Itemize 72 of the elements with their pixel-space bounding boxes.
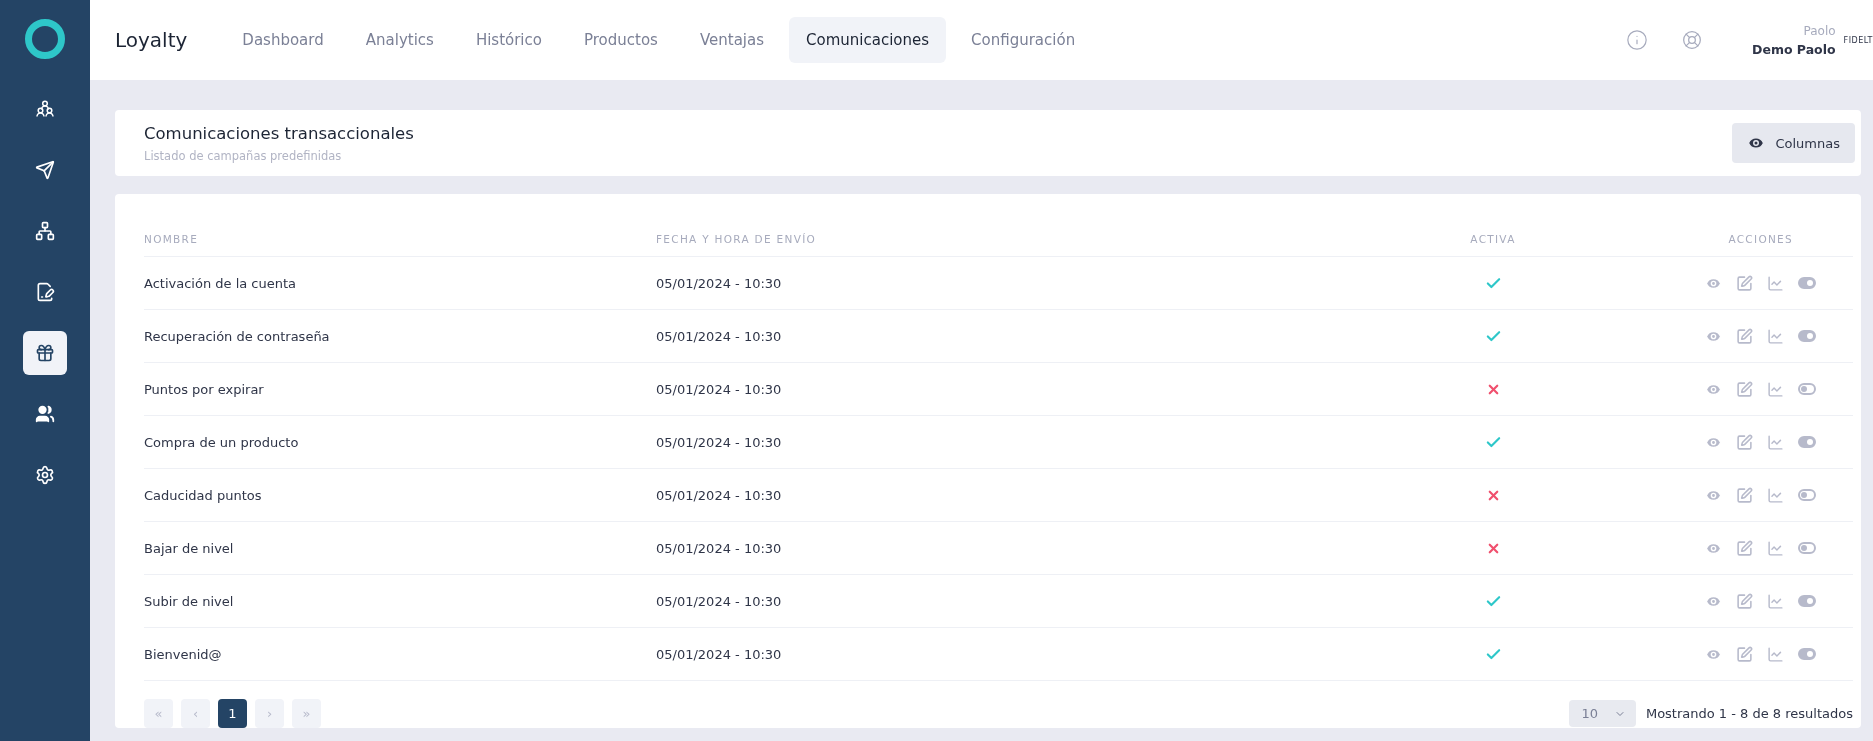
toggle-switch[interactable] (1798, 330, 1816, 342)
gift-icon (35, 343, 55, 363)
send-icon (35, 160, 55, 180)
toggle-switch[interactable] (1798, 595, 1816, 607)
column-header: ACTIVA (1470, 233, 1516, 245)
edit-icon[interactable] (1736, 274, 1753, 292)
nav-tab[interactable]: Dashboard (225, 17, 341, 63)
table-cell-text: Subir de nivel (144, 593, 235, 609)
column-header: FECHA Y HORA DE ENVÍO (656, 233, 817, 245)
table-cell-text: Recuperación de contraseña (144, 328, 331, 344)
line-chart-icon[interactable] (1767, 380, 1784, 398)
nav-tab[interactable]: Comunicaciones (789, 17, 947, 63)
results-summary: Mostrando 1 - 8 de 8 resultados (1645, 706, 1853, 721)
table-cell-text: Compra de un producto (144, 434, 300, 450)
table-cell-text: Puntos por expirar (144, 381, 265, 397)
toggle-switch[interactable] (1798, 383, 1816, 395)
line-chart-icon[interactable] (1767, 274, 1784, 292)
toggle-switch[interactable] (1798, 277, 1816, 289)
table-cell-text: Activación de la cuenta (144, 275, 298, 291)
logo[interactable] (25, 19, 65, 59)
line-chart-icon[interactable] (1767, 645, 1784, 663)
page-subtitle: Listado de campañas predefinidas (144, 148, 343, 163)
table-cell-text: Bajar de nivel (144, 540, 235, 556)
table-cell-text: 05/01/2024 - 10:30 (656, 328, 783, 344)
edit-icon[interactable] (1736, 592, 1753, 610)
columns-button[interactable]: Columnas (1732, 123, 1855, 163)
sidebar-item[interactable] (23, 331, 67, 375)
page-size-select[interactable]: 10 (1569, 700, 1636, 727)
table-cell-text: 05/01/2024 - 10:30 (656, 540, 783, 556)
edit-document-icon (35, 282, 55, 302)
hierarchy-icon (35, 221, 55, 241)
people-icon (35, 100, 55, 118)
toggle-switch[interactable] (1798, 542, 1816, 554)
edit-icon[interactable] (1736, 380, 1753, 398)
nav-tab[interactable]: Productos (566, 17, 675, 63)
toggle-switch[interactable] (1798, 436, 1816, 448)
nav-tab[interactable]: Histórico (458, 17, 559, 63)
settings-icon (35, 465, 55, 485)
help-icon[interactable] (1682, 30, 1703, 50)
line-chart-icon[interactable] (1767, 592, 1784, 610)
table-cell-text: 05/01/2024 - 10:30 (656, 487, 783, 503)
table-cell-text: 05/01/2024 - 10:30 (656, 434, 783, 450)
table-cell-text: 05/01/2024 - 10:30 (656, 646, 783, 662)
line-chart-icon[interactable] (1767, 486, 1784, 504)
user-name: Demo Paolo (1752, 41, 1836, 57)
account-tag: FIDELT (1843, 35, 1873, 45)
edit-icon[interactable] (1736, 539, 1753, 557)
toggle-switch[interactable] (1798, 489, 1816, 501)
users-icon (35, 404, 55, 424)
table-cell-text: 05/01/2024 - 10:30 (656, 381, 783, 397)
edit-icon[interactable] (1736, 645, 1753, 663)
line-chart-icon[interactable] (1767, 327, 1784, 345)
info-icon[interactable] (1626, 29, 1649, 51)
table-cell-text: 05/01/2024 - 10:30 (656, 593, 783, 609)
table-cell-text: 05/01/2024 - 10:30 (656, 275, 783, 291)
page-title: Comunicaciones transaccionales (144, 123, 414, 143)
line-chart-icon[interactable] (1767, 433, 1784, 451)
nav-tab[interactable]: Configuración (954, 17, 1093, 63)
toggle-switch[interactable] (1798, 648, 1816, 660)
nav-tab[interactable]: Analytics (348, 17, 451, 63)
edit-icon[interactable] (1736, 327, 1753, 345)
user-first-name: Paolo (1803, 23, 1836, 38)
nav-tab[interactable]: Ventajas (682, 17, 781, 63)
page-button[interactable]: 1 (218, 699, 247, 728)
column-header: NOMBRE (144, 233, 199, 245)
edit-icon[interactable] (1736, 486, 1753, 504)
brand-name: Loyalty (115, 28, 188, 52)
table-cell-text: Caducidad puntos (144, 487, 263, 503)
edit-icon[interactable] (1736, 433, 1753, 451)
line-chart-icon[interactable] (1767, 539, 1784, 557)
column-header: ACCIONES (1728, 233, 1794, 245)
table-cell-text: Bienvenid@ (144, 646, 223, 662)
